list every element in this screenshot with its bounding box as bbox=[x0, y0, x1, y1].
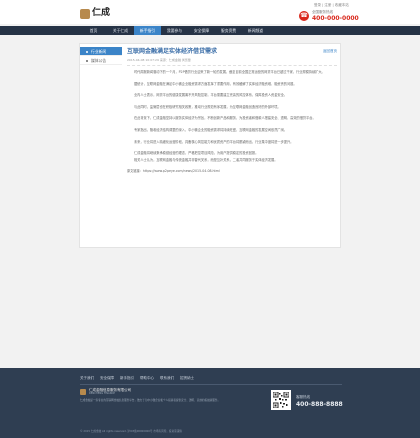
footer-company-sub: RENCHENG FINANCE bbox=[89, 392, 115, 395]
article-source-link[interactable]: 原文链接：https://www.p2peye.com/news/2015-04… bbox=[127, 169, 337, 174]
main-nav: 首页 关于仁成 新手指引 我要参与 安全保障 服务资费 新闻频道 bbox=[0, 26, 420, 35]
hotline-label: 全国服务热线 bbox=[312, 10, 333, 14]
footer-contact-number: 400-888-8888 bbox=[296, 401, 343, 408]
nav-item-invest[interactable]: 我要参与 bbox=[161, 26, 188, 35]
footer-link[interactable]: 联系我们 bbox=[160, 376, 174, 381]
footer-link[interactable]: 安全保障 bbox=[100, 376, 114, 381]
breadcrumb-link[interactable]: 返回首页 bbox=[323, 49, 337, 54]
article-paragraph: 在此背景下，仁成金融坚持以服务实体经济为宗旨，不断创新产品和服务，为投资者和借款… bbox=[134, 116, 316, 121]
article-paragraph: 业内人士表示，网贷平台的健康发展离不开风险控制，平台需要建立完善的风控体系，保障… bbox=[134, 93, 287, 98]
footer-logo: 仁成金融信息服务有限公司 RENCHENG FINANCE bbox=[80, 388, 131, 396]
phone-icon: ☎ bbox=[299, 11, 309, 21]
content-card: 行业新闻 媒体公告 返回首页 互联网金融满足实体经济借贷需求 2015-04-0… bbox=[79, 43, 341, 248]
nav-item-about[interactable]: 关于仁成 bbox=[107, 26, 134, 35]
sidebar-item-label: 行业新闻 bbox=[91, 49, 107, 54]
footer-copyright: © 2015 仁成金融 All rights reserved. 沪ICP备00… bbox=[80, 430, 182, 433]
article-paragraph: 时代周报新闻驱动下的一个月，P2P借贷行业迎来了新一轮的发展，截至目前全国正常运… bbox=[134, 70, 325, 74]
logo-mark-icon bbox=[80, 9, 90, 19]
article-paragraph: 专家指出，随着经济结构调整的深入，中小微企业的融资需求将持续旺盛，互联网金融的发… bbox=[134, 127, 287, 132]
nav-item-home[interactable]: 首页 bbox=[80, 26, 107, 35]
top-links[interactable]: 登录 | 注册 | 收藏本站 bbox=[314, 3, 349, 7]
article-paragraph: 未来，行业将进入精细化运营阶段，具备核心风控能力和优质资产的平台将脱颖而出，行业… bbox=[134, 139, 294, 144]
nav-item-news[interactable]: 新闻频道 bbox=[242, 26, 269, 35]
footer-link[interactable]: 新手指引 bbox=[120, 376, 134, 381]
article-paragraph: 仁成金融将继续秉承稳健经营的理念，严格把控项目风险，为用户提供稳定的投资回报。 bbox=[134, 151, 259, 156]
nav-item-fees[interactable]: 服务资费 bbox=[215, 26, 242, 35]
nav-item-security[interactable]: 安全保障 bbox=[188, 26, 215, 35]
nav-item-guide[interactable]: 新手指引 bbox=[134, 26, 161, 35]
footer-description: 仁成金融是一家专业的互联网金融信息服务平台，致力于为中小微企业和个人投资者提供安… bbox=[80, 399, 221, 402]
article-paragraph: 据统计，互联网金融在满足中小微企业融资需求方面发挥了重要作用，有效缓解了实体经济… bbox=[134, 81, 297, 86]
article-body: 时代周报新闻驱动下的一个月，P2P借贷行业迎来了新一轮的发展，截至目前全国正常运… bbox=[127, 70, 337, 174]
site-logo[interactable]: 仁成 bbox=[80, 7, 110, 20]
footer-contact-label: 客服热线 bbox=[296, 395, 310, 399]
footer-divider bbox=[80, 384, 342, 385]
logo-mark-icon bbox=[80, 389, 86, 395]
footer-links: 关于我们 安全保障 新手指引 帮助中心 联系我们 招贤纳士 bbox=[80, 376, 200, 381]
top-bar: 仁成 登录 | 注册 | 收藏本站 ☎ 全国服务热线 400-000-0000 bbox=[0, 0, 420, 24]
footer: 关于我们 安全保障 新手指引 帮助中心 联系我们 招贤纳士 仁成金融信息服务有限… bbox=[0, 368, 420, 438]
sidebar-item-announcements[interactable]: 媒体公告 bbox=[80, 56, 122, 65]
article-paragraph: 与此同时，监管层也在积极研究相关政策，推动行业规范有序发展，为互联网金融创造良好… bbox=[134, 104, 281, 109]
sidebar-item-label: 媒体公告 bbox=[91, 58, 107, 63]
page: 仁成 登录 | 注册 | 收藏本站 ☎ 全国服务热线 400-000-0000 … bbox=[0, 0, 420, 438]
article-paragraph: 相关人士认为，互联网金融与传统金融并非替代关系，而是互补关系，二者共同服务于实体… bbox=[134, 157, 278, 162]
article-meta: 2015-04-08 10:07:29 来源：仁成金融 浏览量 bbox=[127, 58, 337, 66]
sidebar: 行业新闻 媒体公告 bbox=[80, 47, 122, 65]
hotline-number: 400-000-0000 bbox=[312, 15, 359, 22]
qr-code-graphic bbox=[272, 391, 290, 409]
sidebar-item-industry-news[interactable]: 行业新闻 bbox=[80, 47, 122, 56]
footer-link[interactable]: 帮助中心 bbox=[140, 376, 154, 381]
footer-link[interactable]: 招贤纳士 bbox=[180, 376, 194, 381]
footer-link[interactable]: 关于我们 bbox=[80, 376, 94, 381]
qr-code-icon bbox=[271, 390, 291, 410]
article: 返回首页 互联网金融满足实体经济借贷需求 2015-04-08 10:07:29… bbox=[127, 47, 337, 176]
article-title: 互联网金融满足实体经济借贷需求 bbox=[127, 48, 218, 55]
logo-text: 仁成 bbox=[92, 8, 111, 18]
bullet-icon bbox=[86, 51, 88, 53]
bullet-icon bbox=[86, 60, 88, 62]
